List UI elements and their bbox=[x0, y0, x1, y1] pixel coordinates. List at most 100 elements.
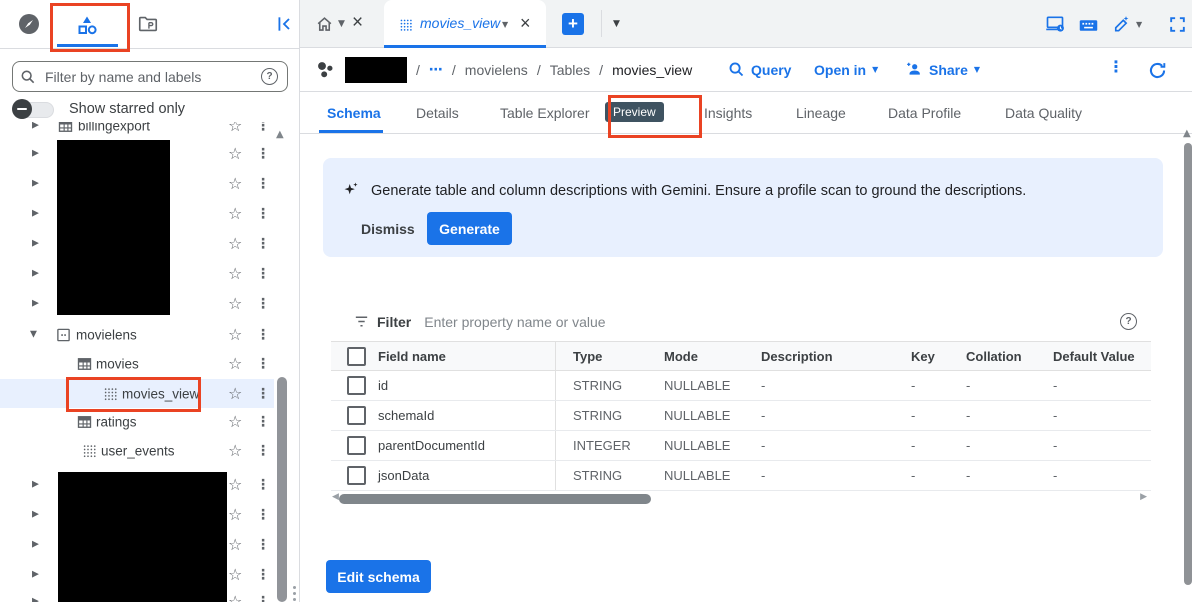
tab-data-profile[interactable]: Data Profile bbox=[888, 92, 961, 133]
more-menu-icon[interactable]: ⋮ bbox=[256, 357, 270, 371]
star-icon[interactable]: ☆ bbox=[228, 356, 242, 372]
more-actions-icon[interactable]: ⋮ bbox=[1108, 59, 1124, 75]
chevron-down-icon[interactable]: ▼ bbox=[1136, 21, 1142, 29]
scroll-right-icon[interactable]: ▶ bbox=[1140, 493, 1147, 502]
tree-item-redacted[interactable]: ▶ ☆ ⋮ bbox=[0, 501, 292, 529]
star-icon[interactable]: ☆ bbox=[228, 146, 242, 162]
select-all-checkbox[interactable] bbox=[347, 347, 366, 366]
star-icon[interactable]: ☆ bbox=[228, 296, 242, 312]
more-menu-icon[interactable]: ⋮ bbox=[256, 297, 270, 311]
tree-item-billingexport[interactable]: ▶ billingexport ☆ ⋮ bbox=[0, 122, 292, 140]
refresh-icon[interactable] bbox=[1145, 58, 1169, 82]
tree-item-user-events[interactable]: user_events ☆ ⋮ bbox=[0, 437, 292, 465]
tab-details[interactable]: Details bbox=[416, 92, 459, 133]
tree-item-redacted[interactable]: ▶☆⋮ bbox=[0, 140, 292, 168]
tree-item-redacted[interactable]: ▶ ☆ ⋮ bbox=[0, 260, 292, 288]
collapse-panel-icon[interactable] bbox=[273, 13, 295, 35]
edit-schema-button[interactable]: Edit schema bbox=[326, 560, 431, 593]
tree-item-movielens[interactable]: ▼ movielens ☆ ⋮ bbox=[0, 321, 292, 349]
star-icon[interactable]: ☆ bbox=[228, 507, 242, 523]
chevron-right-icon[interactable]: ▶ bbox=[32, 541, 39, 550]
chevron-down-icon[interactable]: ▼ bbox=[338, 20, 345, 29]
more-menu-icon[interactable]: ⋮ bbox=[256, 444, 270, 458]
show-starred-toggle[interactable] bbox=[12, 99, 58, 119]
star-icon[interactable]: ☆ bbox=[228, 122, 242, 134]
tab-lineage[interactable]: Lineage bbox=[796, 92, 846, 133]
property-filter-input[interactable] bbox=[422, 313, 806, 331]
star-icon[interactable]: ☆ bbox=[228, 567, 242, 583]
chevron-down-icon[interactable]: ▼ bbox=[30, 331, 37, 340]
more-menu-icon[interactable]: ⋮ bbox=[256, 387, 270, 401]
row-checkbox[interactable] bbox=[347, 376, 366, 395]
more-menu-icon[interactable]: ⋮ bbox=[256, 478, 270, 492]
more-menu-icon[interactable]: ⋮ bbox=[256, 595, 270, 602]
more-menu-icon[interactable]: ⋮ bbox=[256, 538, 270, 552]
star-icon[interactable]: ☆ bbox=[228, 414, 242, 430]
chevron-right-icon[interactable]: ▶ bbox=[32, 511, 39, 520]
more-menu-icon[interactable]: ⋮ bbox=[256, 207, 270, 221]
chevron-right-icon[interactable]: ▶ bbox=[32, 598, 39, 602]
new-tab-button[interactable]: + bbox=[562, 13, 584, 35]
scroll-left-icon[interactable]: ◀ bbox=[332, 493, 339, 502]
star-icon[interactable]: ☆ bbox=[228, 176, 242, 192]
fullscreen-icon[interactable] bbox=[1166, 13, 1188, 35]
sidebar-scrollbar[interactable] bbox=[277, 377, 287, 602]
tree-item-movies-view[interactable]: movies_view ☆ ⋮ bbox=[0, 379, 274, 408]
more-menu-icon[interactable]: ⋮ bbox=[256, 122, 270, 133]
breadcrumb-ellipsis[interactable]: ⋯ bbox=[429, 61, 443, 78]
tab-movies-view[interactable]: movies_view ▼ × bbox=[384, 0, 546, 48]
row-checkbox[interactable] bbox=[347, 436, 366, 455]
star-icon[interactable]: ☆ bbox=[228, 236, 242, 252]
chevron-right-icon[interactable]: ▶ bbox=[32, 270, 39, 279]
breadcrumb-item-movielens[interactable]: movielens bbox=[465, 62, 528, 78]
chevron-right-icon[interactable]: ▶ bbox=[32, 240, 39, 249]
star-icon[interactable]: ☆ bbox=[228, 266, 242, 282]
search-help-icon[interactable]: ? bbox=[261, 68, 278, 85]
device-session-icon[interactable] bbox=[1044, 13, 1066, 35]
more-menu-icon[interactable]: ⋮ bbox=[256, 237, 270, 251]
more-menu-icon[interactable]: ⋮ bbox=[256, 568, 270, 582]
scroll-up-icon[interactable]: ▲ bbox=[276, 130, 284, 140]
close-tab-icon[interactable]: × bbox=[520, 13, 531, 34]
vertical-scrollbar[interactable] bbox=[1184, 143, 1192, 585]
tab-schema[interactable]: Schema bbox=[327, 92, 381, 133]
star-icon[interactable]: ☆ bbox=[228, 327, 242, 343]
dismiss-button[interactable]: Dismiss bbox=[353, 212, 423, 245]
star-icon[interactable]: ☆ bbox=[228, 477, 242, 493]
star-icon[interactable]: ☆ bbox=[228, 537, 242, 553]
close-home-tab-icon[interactable]: × bbox=[352, 12, 363, 34]
chevron-right-icon[interactable]: ▶ bbox=[32, 481, 39, 490]
generate-button[interactable]: Generate bbox=[427, 212, 512, 245]
chevron-right-icon[interactable]: ▶ bbox=[32, 300, 39, 309]
tree-item-redacted[interactable]: ▶☆⋮ bbox=[0, 170, 292, 198]
chevron-right-icon[interactable]: ▶ bbox=[32, 180, 39, 189]
compass-icon[interactable] bbox=[16, 11, 42, 37]
open-in-button[interactable]: Open in ▼ bbox=[814, 48, 878, 91]
home-icon[interactable] bbox=[314, 14, 334, 34]
more-menu-icon[interactable]: ⋮ bbox=[256, 267, 270, 281]
panel-resize-grip[interactable] bbox=[293, 586, 296, 601]
tree-item-redacted[interactable]: ▶ ☆ ⋮ bbox=[0, 531, 292, 559]
star-icon[interactable]: ☆ bbox=[228, 206, 242, 222]
tree-item-redacted[interactable]: ▶☆⋮ bbox=[0, 561, 292, 589]
help-icon[interactable]: ? bbox=[1120, 313, 1137, 330]
chevron-down-icon[interactable]: ▼ bbox=[613, 20, 620, 29]
row-checkbox[interactable] bbox=[347, 406, 366, 425]
project-folder-icon[interactable] bbox=[136, 12, 160, 36]
chevron-down-icon[interactable]: ▼ bbox=[502, 21, 508, 29]
tab-table-explorer[interactable]: Table Explorer bbox=[500, 92, 590, 133]
shapes-icon[interactable] bbox=[74, 12, 100, 38]
sidebar-search-input[interactable] bbox=[43, 68, 261, 86]
more-menu-icon[interactable]: ⋮ bbox=[256, 508, 270, 522]
tab-insights[interactable]: Insights bbox=[704, 92, 752, 133]
keyboard-icon[interactable] bbox=[1077, 14, 1099, 36]
more-menu-icon[interactable]: ⋮ bbox=[256, 147, 270, 161]
horizontal-scrollbar-thumb[interactable] bbox=[339, 494, 651, 504]
tree-item-redacted[interactable]: ▶ ☆ ⋮ bbox=[0, 290, 292, 318]
breadcrumb-item-tables[interactable]: Tables bbox=[550, 62, 590, 78]
assist-pen-icon[interactable] bbox=[1111, 13, 1133, 35]
tree-item-redacted[interactable]: ▶ ☆ ⋮ bbox=[0, 471, 292, 499]
star-icon[interactable]: ☆ bbox=[228, 594, 242, 602]
row-checkbox[interactable] bbox=[347, 466, 366, 485]
more-menu-icon[interactable]: ⋮ bbox=[256, 415, 270, 429]
